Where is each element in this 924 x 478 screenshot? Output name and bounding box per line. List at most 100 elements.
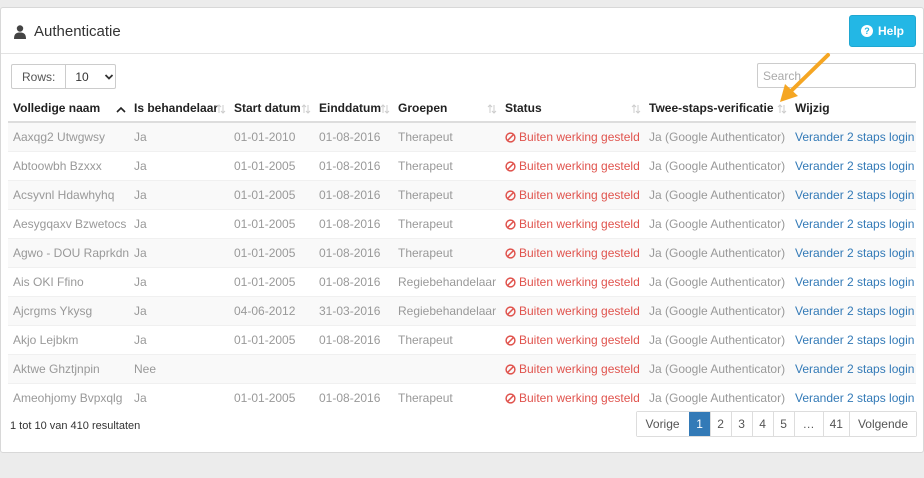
users-table: Volledige naam Is behandelaar Start datu… [8, 95, 916, 412]
page-ellipsis: … [793, 412, 823, 436]
next-page-button[interactable]: Volgende [848, 412, 916, 436]
question-icon: ? [860, 25, 873, 37]
page-button[interactable]: 5 [772, 412, 794, 436]
change-2fa-link[interactable]: Verander 2 staps login [790, 209, 916, 239]
cell-einddatum: 01-08-2016 [314, 121, 393, 152]
cell-start-datum: 01-01-2005 [229, 238, 314, 268]
result-info: 1 tot 10 van 410 resultaten [10, 420, 141, 432]
cell-twee-staps: Ja (Google Authenticator) [644, 267, 790, 297]
sort-icon [216, 104, 226, 114]
cell-start-datum: 01-01-2005 [229, 151, 314, 181]
ban-icon [505, 276, 516, 288]
cell-start-datum [229, 354, 314, 384]
table-body: Aaxqg2 Utwgwsy Ja 01-01-2010 01-08-2016 Ther… [8, 121, 916, 412]
col-header-einddatum[interactable]: Einddatum [314, 95, 393, 123]
page-title: Authenticatie [34, 23, 121, 40]
user-icon [14, 25, 26, 39]
change-2fa-link[interactable]: Verander 2 staps login [790, 354, 916, 384]
page-button[interactable]: 2 [709, 412, 731, 436]
cell-name: Agwo - DOU Raprkdn [8, 238, 129, 268]
change-2fa-link[interactable]: Verander 2 staps login [790, 267, 916, 297]
cell-start-datum: 01-01-2005 [229, 180, 314, 210]
page-button[interactable]: 41 [822, 412, 849, 436]
table-row: Ajcrgms Ykysg Ja 04-06-2012 31-03-2016 Regie… [8, 296, 916, 326]
rows-select[interactable]: 10 [66, 70, 115, 84]
cell-name: Aesygqaxv Bzwetocs [8, 209, 129, 239]
cell-behandelaar: Ja [129, 121, 229, 152]
table-row: Ais OKI Ffino Ja 01-01-2005 01-08-2016 Regie… [8, 267, 916, 297]
cell-einddatum: 01-08-2016 [314, 325, 393, 355]
col-header-behandelaar[interactable]: Is behandelaar [129, 95, 229, 123]
cell-behandelaar: Ja [129, 325, 229, 355]
change-2fa-link[interactable]: Verander 2 staps login [790, 383, 916, 412]
status-text: Buiten werking gesteld [519, 217, 640, 231]
cell-name: Aaxqg2 Utwgwsy [8, 121, 129, 152]
cell-groepen: Therapeut [393, 383, 500, 412]
cell-status: Buiten werking gesteld [500, 267, 644, 297]
sort-icon [487, 104, 497, 114]
cell-behandelaar: Ja [129, 383, 229, 412]
status-text: Buiten werking gesteld [519, 304, 640, 318]
cell-status: Buiten werking gesteld [500, 180, 644, 210]
sort-icon [301, 104, 311, 114]
change-2fa-link[interactable]: Verander 2 staps login [790, 180, 916, 210]
status-text: Buiten werking gesteld [519, 362, 640, 376]
table-row: Akjo Lejbkm Ja 01-01-2005 01-08-2016 Therape… [8, 325, 916, 355]
cell-start-datum: 01-01-2005 [229, 383, 314, 412]
cell-start-datum: 01-01-2010 [229, 121, 314, 152]
col-header-status[interactable]: Status [500, 95, 644, 123]
cell-status: Buiten werking gesteld [500, 383, 644, 412]
status-text: Buiten werking gesteld [519, 275, 640, 289]
pagination: Vorige 1 2 3 4 5… 41 Volgende [635, 411, 917, 437]
cell-name: Aktwe Ghztjnpin [8, 354, 129, 384]
help-button[interactable]: ? Help [849, 15, 916, 47]
cell-status: Buiten werking gesteld [500, 296, 644, 326]
col-header-twee-staps[interactable]: Twee-staps-verificatie [644, 95, 790, 123]
cell-behandelaar: Nee [129, 354, 229, 384]
change-2fa-link[interactable]: Verander 2 staps login [790, 238, 916, 268]
cell-name: Abtoowbh Bzxxx [8, 151, 129, 181]
cell-start-datum: 01-01-2005 [229, 209, 314, 239]
cell-status: Buiten werking gesteld [500, 209, 644, 239]
ban-icon [505, 160, 516, 172]
search-input[interactable] [757, 63, 916, 88]
change-2fa-link[interactable]: Verander 2 staps login [790, 151, 916, 181]
panel-header: Authenticatie ? Help [1, 8, 923, 54]
cell-einddatum: 01-08-2016 [314, 267, 393, 297]
cell-status: Buiten werking gesteld [500, 151, 644, 181]
cell-start-datum: 04-06-2012 [229, 296, 314, 326]
previous-page-button[interactable]: Vorige [636, 412, 689, 436]
table-row: Acsyvnl Hdawhyhq Ja 01-01-2005 01-08-2016 Th… [8, 180, 916, 210]
change-2fa-link[interactable]: Verander 2 staps login [790, 121, 916, 152]
col-header-start-datum[interactable]: Start datum [229, 95, 314, 123]
ban-icon [505, 218, 516, 230]
cell-groepen: Therapeut [393, 325, 500, 355]
page-button[interactable]: 1 [688, 412, 710, 436]
change-2fa-link[interactable]: Verander 2 staps login [790, 296, 916, 326]
table-row: Ameohjomy Bvpxqlg Ja 01-01-2005 01-08-2016 T… [8, 383, 916, 412]
rows-select-value: 10 [75, 69, 89, 84]
cell-einddatum: 01-08-2016 [314, 180, 393, 210]
page-button[interactable]: 3 [730, 412, 752, 436]
cell-einddatum: 01-08-2016 [314, 151, 393, 181]
table-row: Agwo - DOU Raprkdn Ja 01-01-2005 01-08-2016… [8, 238, 916, 268]
cell-start-datum: 01-01-2005 [229, 267, 314, 297]
cell-twee-staps: Ja (Google Authenticator) [644, 238, 790, 268]
cell-groepen: Therapeut [393, 151, 500, 181]
cell-behandelaar: Ja [129, 209, 229, 239]
status-text: Buiten werking gesteld [519, 246, 640, 260]
ban-icon [505, 363, 516, 375]
cell-twee-staps: Ja (Google Authenticator) [644, 151, 790, 181]
page-button[interactable]: 4 [751, 412, 773, 436]
table-row: Abtoowbh Bzxxx Ja 01-01-2005 01-08-2016 Ther… [8, 151, 916, 181]
change-2fa-link[interactable]: Verander 2 staps login [790, 325, 916, 355]
cell-groepen [393, 354, 500, 384]
col-header-groepen[interactable]: Groepen [393, 95, 500, 123]
status-text: Buiten werking gesteld [519, 188, 640, 202]
ban-icon [505, 189, 516, 201]
help-button-label: Help [877, 24, 904, 38]
cell-behandelaar: Ja [129, 180, 229, 210]
cell-twee-staps: Ja (Google Authenticator) [644, 354, 790, 384]
col-header-name[interactable]: Volledige naam [8, 95, 129, 123]
cell-groepen: Regiebehandelaar [393, 267, 500, 297]
